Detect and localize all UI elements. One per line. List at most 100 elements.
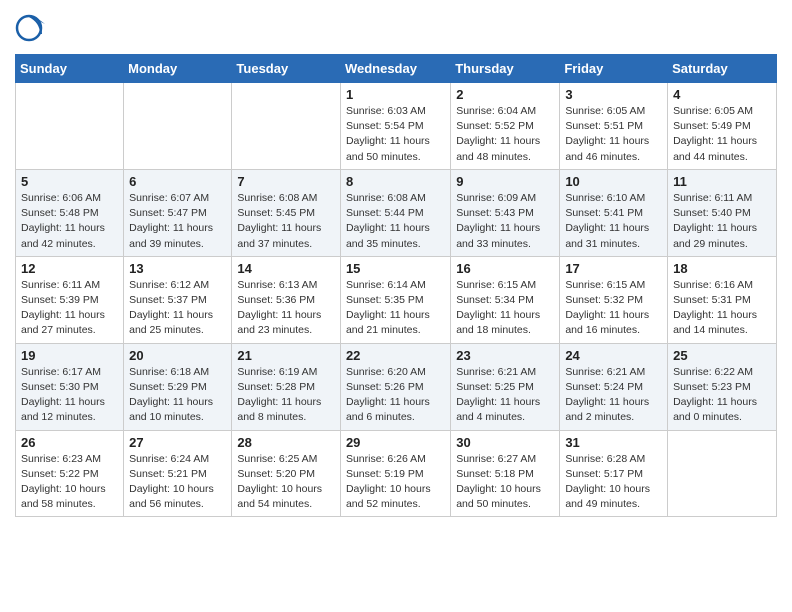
logo [15,14,50,46]
day-number: 7 [237,174,335,189]
day-cell: 10 Sunrise: 6:10 AM Sunset: 5:41 PM Dayli… [560,169,668,256]
day-number: 15 [346,261,445,276]
day-number: 28 [237,435,335,450]
day-info: Sunrise: 6:11 AM Sunset: 5:40 PM Dayligh… [673,191,771,252]
day-info: Sunrise: 6:15 AM Sunset: 5:32 PM Dayligh… [565,278,662,339]
day-number: 23 [456,348,554,363]
day-number: 22 [346,348,445,363]
day-number: 13 [129,261,226,276]
weekday-header: Sunday [16,55,124,83]
weekday-header: Saturday [668,55,777,83]
day-info: Sunrise: 6:10 AM Sunset: 5:41 PM Dayligh… [565,191,662,252]
day-cell: 5Sunrise: 6:06 AM Sunset: 5:48 PM Daylig… [16,169,124,256]
weekday-header: Monday [124,55,232,83]
day-info: Sunrise: 6:25 AM Sunset: 5:20 PM Dayligh… [237,452,335,513]
day-info: Sunrise: 6:08 AM Sunset: 5:44 PM Dayligh… [346,191,445,252]
calendar-table: SundayMondayTuesdayWednesdayThursdayFrid… [15,54,777,517]
day-cell: 25 Sunrise: 6:22 AM Sunset: 5:23 PM Dayli… [668,343,777,430]
calendar-container: SundayMondayTuesdayWednesdayThursdayFrid… [0,0,792,532]
day-info: Sunrise: 6:28 AM Sunset: 5:17 PM Dayligh… [565,452,662,513]
day-number: 30 [456,435,554,450]
calendar-header: SundayMondayTuesdayWednesdayThursdayFrid… [16,55,777,83]
day-number: 1 [346,87,445,102]
day-number: 2 [456,87,554,102]
day-cell: 27 Sunrise: 6:24 AM Sunset: 5:21 PM Dayli… [124,430,232,517]
day-cell: 16 Sunrise: 6:15 AM Sunset: 5:34 PM Dayli… [451,256,560,343]
day-number: 3 [565,87,662,102]
day-info: Sunrise: 6:08 AM Sunset: 5:45 PM Dayligh… [237,191,335,252]
day-cell: 6Sunrise: 6:07 AM Sunset: 5:47 PM Daylig… [124,169,232,256]
day-cell [232,83,341,170]
day-cell: 9Sunrise: 6:09 AM Sunset: 5:43 PM Daylig… [451,169,560,256]
day-info: Sunrise: 6:15 AM Sunset: 5:34 PM Dayligh… [456,278,554,339]
day-info: Sunrise: 6:12 AM Sunset: 5:37 PM Dayligh… [129,278,226,339]
day-cell: 30Sunrise: 6:27 AM Sunset: 5:18 PM Dayli… [451,430,560,517]
day-info: Sunrise: 6:06 AM Sunset: 5:48 PM Dayligh… [21,191,118,252]
day-cell: 15 Sunrise: 6:14 AM Sunset: 5:35 PM Dayli… [340,256,450,343]
day-cell: 19 Sunrise: 6:17 AM Sunset: 5:30 PM Dayli… [16,343,124,430]
day-number: 24 [565,348,662,363]
day-cell: 12Sunrise: 6:11 AM Sunset: 5:39 PM Dayli… [16,256,124,343]
day-number: 21 [237,348,335,363]
day-info: Sunrise: 6:03 AM Sunset: 5:54 PM Dayligh… [346,104,445,165]
day-number: 17 [565,261,662,276]
day-number: 9 [456,174,554,189]
day-number: 31 [565,435,662,450]
logo-icon [15,14,47,46]
day-info: Sunrise: 6:24 AM Sunset: 5:21 PM Dayligh… [129,452,226,513]
day-info: Sunrise: 6:05 AM Sunset: 5:49 PM Dayligh… [673,104,771,165]
day-number: 12 [21,261,118,276]
week-row: 26 Sunrise: 6:23 AM Sunset: 5:22 PM Dayli… [16,430,777,517]
day-info: Sunrise: 6:22 AM Sunset: 5:23 PM Dayligh… [673,365,771,426]
weekday-header: Tuesday [232,55,341,83]
day-info: Sunrise: 6:19 AM Sunset: 5:28 PM Dayligh… [237,365,335,426]
day-number: 4 [673,87,771,102]
day-info: Sunrise: 6:07 AM Sunset: 5:47 PM Dayligh… [129,191,226,252]
day-number: 19 [21,348,118,363]
day-cell: 4 Sunrise: 6:05 AM Sunset: 5:49 PM Daylig… [668,83,777,170]
day-info: Sunrise: 6:23 AM Sunset: 5:22 PM Dayligh… [21,452,118,513]
day-number: 20 [129,348,226,363]
day-info: Sunrise: 6:04 AM Sunset: 5:52 PM Dayligh… [456,104,554,165]
header [15,10,777,46]
day-cell: 29 Sunrise: 6:26 AM Sunset: 5:19 PM Dayli… [340,430,450,517]
week-row: 12Sunrise: 6:11 AM Sunset: 5:39 PM Dayli… [16,256,777,343]
weekday-header: Friday [560,55,668,83]
weekday-header: Thursday [451,55,560,83]
day-info: Sunrise: 6:18 AM Sunset: 5:29 PM Dayligh… [129,365,226,426]
day-cell: 13 Sunrise: 6:12 AM Sunset: 5:37 PM Dayli… [124,256,232,343]
day-cell: 8 Sunrise: 6:08 AM Sunset: 5:44 PM Daylig… [340,169,450,256]
day-cell: 1 Sunrise: 6:03 AM Sunset: 5:54 PM Daylig… [340,83,450,170]
day-cell: 22Sunrise: 6:20 AM Sunset: 5:26 PM Dayli… [340,343,450,430]
day-number: 25 [673,348,771,363]
day-cell: 31 Sunrise: 6:28 AM Sunset: 5:17 PM Dayli… [560,430,668,517]
day-cell: 18Sunrise: 6:16 AM Sunset: 5:31 PM Dayli… [668,256,777,343]
day-info: Sunrise: 6:21 AM Sunset: 5:25 PM Dayligh… [456,365,554,426]
day-info: Sunrise: 6:14 AM Sunset: 5:35 PM Dayligh… [346,278,445,339]
week-row: 19 Sunrise: 6:17 AM Sunset: 5:30 PM Dayli… [16,343,777,430]
day-info: Sunrise: 6:16 AM Sunset: 5:31 PM Dayligh… [673,278,771,339]
day-number: 27 [129,435,226,450]
day-number: 10 [565,174,662,189]
day-cell: 11Sunrise: 6:11 AM Sunset: 5:40 PM Dayli… [668,169,777,256]
day-info: Sunrise: 6:21 AM Sunset: 5:24 PM Dayligh… [565,365,662,426]
day-cell: 26 Sunrise: 6:23 AM Sunset: 5:22 PM Dayli… [16,430,124,517]
day-number: 29 [346,435,445,450]
day-number: 26 [21,435,118,450]
day-number: 16 [456,261,554,276]
day-number: 8 [346,174,445,189]
day-info: Sunrise: 6:17 AM Sunset: 5:30 PM Dayligh… [21,365,118,426]
day-cell [668,430,777,517]
day-cell: 17 Sunrise: 6:15 AM Sunset: 5:32 PM Dayli… [560,256,668,343]
weekday-header: Wednesday [340,55,450,83]
calendar-body: 1 Sunrise: 6:03 AM Sunset: 5:54 PM Daylig… [16,83,777,517]
day-cell: 2 Sunrise: 6:04 AM Sunset: 5:52 PM Daylig… [451,83,560,170]
week-row: 1 Sunrise: 6:03 AM Sunset: 5:54 PM Daylig… [16,83,777,170]
day-cell [16,83,124,170]
day-info: Sunrise: 6:26 AM Sunset: 5:19 PM Dayligh… [346,452,445,513]
day-cell: 24 Sunrise: 6:21 AM Sunset: 5:24 PM Dayli… [560,343,668,430]
day-cell: 14Sunrise: 6:13 AM Sunset: 5:36 PM Dayli… [232,256,341,343]
day-info: Sunrise: 6:13 AM Sunset: 5:36 PM Dayligh… [237,278,335,339]
day-cell: 28 Sunrise: 6:25 AM Sunset: 5:20 PM Dayli… [232,430,341,517]
day-info: Sunrise: 6:05 AM Sunset: 5:51 PM Dayligh… [565,104,662,165]
